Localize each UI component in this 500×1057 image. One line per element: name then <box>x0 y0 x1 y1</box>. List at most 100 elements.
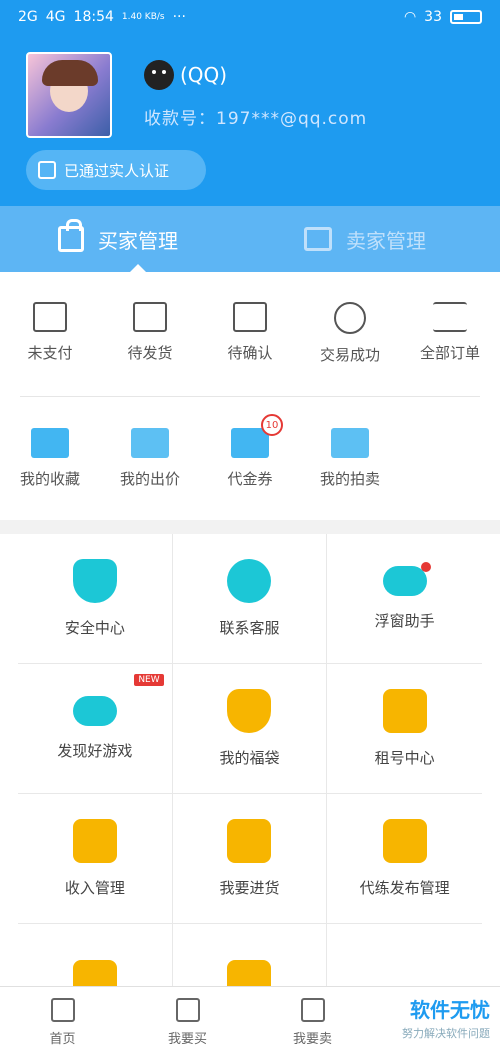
hammer-icon <box>331 428 369 458</box>
battery-icon <box>450 10 482 24</box>
service-support[interactable]: 联系客服 <box>172 534 328 664</box>
service-empty <box>327 924 482 986</box>
service-label: 我的福袋 <box>219 749 280 767</box>
gamepad-new-icon <box>72 696 117 726</box>
service-security[interactable]: 安全中心 <box>18 534 173 664</box>
nav-home[interactable]: 首页 <box>0 987 125 1057</box>
service-float-helper[interactable]: 浮窗助手 <box>327 534 482 664</box>
face-scan-icon <box>38 161 56 179</box>
service-label: 浮窗助手 <box>374 612 435 630</box>
shop-icon <box>227 959 272 986</box>
service-rent-center[interactable]: 租号中心 <box>327 664 482 794</box>
new-badge: NEW <box>134 674 164 686</box>
service-lucky-bag[interactable]: 我的福袋 <box>172 664 328 794</box>
quick-coupons[interactable]: 10 代金券 <box>200 414 300 489</box>
quick-label: 我的出价 <box>119 470 180 488</box>
coupon-icon: 10 <box>231 414 283 458</box>
watermark-title: 软件无忧 <box>410 998 490 1022</box>
service-restock[interactable]: 我要进货 <box>172 794 328 924</box>
watermark-subtitle: 努力解决软件问题 <box>402 1027 490 1040</box>
tab-indicator <box>130 264 146 272</box>
services-panel: 安全中心 联系客服 浮窗助手 NEW 发现好游戏 我的福袋 租号中心 收入管理 … <box>0 534 500 986</box>
bag-icon <box>175 997 200 1022</box>
service-income[interactable]: 收入管理 <box>18 794 173 924</box>
truck-icon <box>133 302 167 332</box>
avatar[interactable] <box>26 52 112 138</box>
service-label: 我要进货 <box>219 879 280 897</box>
tab-seller[interactable]: 卖家管理 <box>304 206 426 272</box>
box-icon <box>233 302 267 332</box>
collect-account: 收款号：197***@qq.com <box>144 109 368 129</box>
wifi-icon: ◠ <box>403 9 417 25</box>
service-yuan[interactable] <box>18 924 173 986</box>
smile-icon <box>334 302 366 334</box>
shopping-bag-icon <box>227 819 272 863</box>
bid-icon <box>131 428 169 458</box>
verify-badge-button[interactable]: 已通过实人认证 <box>26 150 206 190</box>
status-bar: 2G 4G 18:54 1.40 KB/s ··· ◠ 33 <box>0 0 500 38</box>
service-label: 联系客服 <box>219 619 280 637</box>
order-success[interactable]: 交易成功 <box>300 302 400 365</box>
yuan-icon <box>72 959 117 986</box>
watermark: 软件无忧 努力解决软件问题 <box>402 994 490 1041</box>
order-label: 未支付 <box>27 344 73 362</box>
divider <box>20 396 480 397</box>
lucky-bag-icon <box>227 689 272 733</box>
service-girl-icon <box>227 559 272 603</box>
order-all[interactable]: 全部订单 <box>400 302 500 365</box>
order-label: 待确认 <box>227 344 273 362</box>
order-to-ship[interactable]: 待发货 <box>100 302 200 365</box>
rent-clipboard-icon <box>382 689 427 733</box>
network-indicator-2: 4G <box>45 9 66 25</box>
service-label: 租号中心 <box>374 749 435 767</box>
folder-star-icon <box>31 428 69 458</box>
speed: 1.40 KB/s <box>121 12 165 22</box>
nav-label: 我要卖 <box>292 1031 332 1047</box>
nav-sell[interactable]: 我要卖 <box>250 987 375 1057</box>
notification-dot <box>420 562 431 572</box>
home-icon <box>50 997 75 1022</box>
clock: 18:54 <box>73 9 114 25</box>
service-label: 收入管理 <box>64 879 125 897</box>
nickname-row: (QQ) <box>144 60 227 90</box>
note-icon <box>382 819 427 863</box>
tab-buyer[interactable]: 买家管理 <box>58 206 178 272</box>
order-label: 交易成功 <box>319 346 380 364</box>
order-label: 待发货 <box>127 344 173 362</box>
list-icon <box>433 302 467 332</box>
nav-label: 首页 <box>49 1031 76 1047</box>
tab-seller-label: 卖家管理 <box>346 228 426 253</box>
order-unpaid[interactable]: 未支付 <box>0 302 100 365</box>
role-tabs: 买家管理 卖家管理 <box>0 206 500 272</box>
more-dots: ··· <box>172 9 186 25</box>
service-label: 代练发布管理 <box>359 879 450 897</box>
nav-buy[interactable]: 我要买 <box>125 987 250 1057</box>
quick-bids[interactable]: 我的出价 <box>100 428 200 489</box>
quick-favorites[interactable]: 我的收藏 <box>0 428 100 489</box>
service-label: 安全中心 <box>64 619 125 637</box>
service-shop[interactable] <box>173 924 328 986</box>
coupon-badge: 10 <box>261 414 283 436</box>
store-icon <box>304 227 332 251</box>
shopping-bag-icon <box>58 219 84 252</box>
network-indicator: 2G <box>18 9 38 25</box>
orders-panel: 未支付 待发货 待确认 交易成功 全部订单 我的收藏 我的出价 10 代金券 我… <box>0 272 500 520</box>
verify-label: 已通过实人认证 <box>64 161 170 180</box>
order-to-confirm[interactable]: 待确认 <box>200 302 300 365</box>
quick-label: 我的拍卖 <box>319 470 380 488</box>
calculator-icon <box>72 819 117 863</box>
quick-auctions[interactable]: 我的拍卖 <box>300 428 400 489</box>
quick-label: 我的收藏 <box>19 470 80 488</box>
service-label: 发现好游戏 <box>57 742 133 760</box>
store-icon <box>300 997 325 1022</box>
emoji-face-icon <box>144 60 174 90</box>
nav-label: 我要买 <box>167 1031 207 1047</box>
tab-buyer-label: 买家管理 <box>98 228 178 253</box>
service-boosting-publish[interactable]: 代练发布管理 <box>327 794 482 924</box>
service-discover-games[interactable]: NEW 发现好游戏 <box>18 664 173 794</box>
services-grid: 安全中心 联系客服 浮窗助手 NEW 发现好游戏 我的福袋 租号中心 收入管理 … <box>18 534 482 986</box>
nickname: (QQ) <box>180 63 228 87</box>
gamepad-icon <box>382 562 431 596</box>
wallet-icon <box>33 302 67 332</box>
profile-header: (QQ) 收款号：197***@qq.com 已通过实人认证 <box>0 38 500 206</box>
